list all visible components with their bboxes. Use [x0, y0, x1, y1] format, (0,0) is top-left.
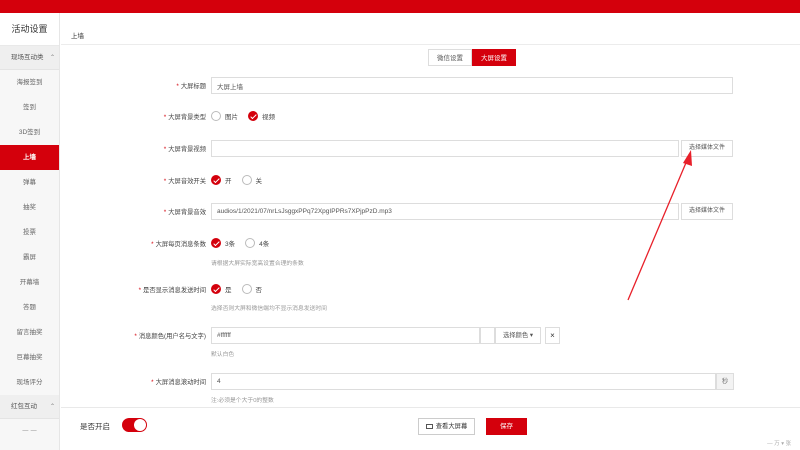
sidebar-item[interactable]: 留言抽奖 — [0, 320, 59, 345]
sidebar-item[interactable]: 巨幕抽奖 — [0, 345, 59, 370]
sidebar-title: 活动设置 — [0, 13, 59, 46]
radio-image[interactable] — [211, 111, 221, 121]
field-label: * 大屏消息滚动时间 — [151, 379, 206, 386]
radio-on[interactable] — [211, 175, 221, 185]
screen-title-input[interactable] — [211, 77, 733, 94]
enable-toggle[interactable] — [122, 418, 147, 432]
monitor-icon — [425, 423, 433, 429]
sidebar-items: 海报签到 签到 3D签到 上墙 弹幕 抽奖 投票 霸屏 开幕墙 答题 留言抽奖 巨幕抽奖 现场评分 — [0, 70, 59, 395]
show-time-options: 是 否 — [211, 283, 272, 295]
field-label: * 消息颜色(用户名与文字) — [134, 333, 206, 340]
field-label: * 大屏背景音效 — [163, 209, 206, 216]
preview-label: 查看大屏幕 — [435, 423, 468, 430]
sidebar-item[interactable]: 海报签到 — [0, 70, 59, 95]
select-color-button[interactable]: 选择颜色 ▾ — [495, 327, 541, 344]
sidebar-item[interactable]: 上墙 — [0, 145, 59, 170]
tab-wechat-settings[interactable]: 微信设置 — [428, 49, 472, 66]
sidebar-item[interactable]: 3D签到 — [0, 120, 59, 145]
sidebar-item[interactable]: 抽奖 — [0, 195, 59, 220]
msg-color-input[interactable] — [211, 327, 480, 344]
sidebar-group-label: 红包互动 — [11, 403, 37, 410]
field-label: * 大屏标题 — [176, 83, 206, 90]
save-button[interactable]: 保存 — [486, 418, 527, 435]
hint-text: 选择否则大屏和微信端均不显示消息发送时间 — [211, 306, 327, 312]
field-label: * 大屏音效开关 — [163, 178, 206, 185]
option-label: 3条 — [225, 241, 236, 248]
bg-sound-input[interactable] — [211, 203, 679, 220]
tab-bar: 微信设置 大屏设置 — [428, 49, 516, 66]
option-label: 开 — [225, 178, 232, 185]
sidebar-item[interactable]: 投票 — [0, 220, 59, 245]
sound-switch-options: 开 关 — [211, 174, 272, 186]
sidebar-item[interactable]: 弹幕 — [0, 170, 59, 195]
sidebar-item[interactable]: 签到 — [0, 95, 59, 120]
hint-text: 注:必须是个大于0的整数 — [211, 398, 274, 404]
tab-screen-settings[interactable]: 大屏设置 — [472, 49, 516, 66]
chevron-up-icon: ⌃ — [50, 404, 56, 410]
radio-4[interactable] — [245, 238, 256, 248]
bg-type-options: 图片 视频 — [211, 110, 285, 122]
top-bar — [0, 0, 800, 13]
sidebar-item[interactable]: 答题 — [0, 295, 59, 320]
option-label: 是 — [225, 287, 232, 294]
option-label: 视频 — [262, 114, 275, 121]
select-media-button[interactable]: 选择媒体文件 — [681, 203, 733, 220]
bg-video-input[interactable] — [211, 140, 679, 157]
corner-text: — 万 ▾ 张 — [767, 441, 791, 447]
sidebar-group-redpacket[interactable]: 红包互动 ⌃ — [0, 395, 59, 419]
radio-off[interactable] — [241, 175, 252, 185]
radio-video[interactable] — [248, 111, 258, 121]
field-label: * 大屏每页消息条数 — [151, 241, 206, 248]
clear-color-button[interactable]: × — [545, 327, 560, 344]
select-media-button[interactable]: 选择媒体文件 — [681, 140, 733, 157]
toggle-knob — [134, 419, 146, 431]
option-label: 关 — [255, 178, 263, 185]
sidebar-group-label: 现场互动类 — [11, 54, 44, 61]
sidebar-item[interactable]: 开幕墙 — [0, 270, 59, 295]
sidebar-group-live[interactable]: 现场互动类 ⌃ — [0, 46, 59, 70]
footer-bar: 是否开启 查看大屏幕 保存 — 万 ▾ 张 — [61, 407, 800, 450]
chevron-up-icon: ⌃ — [50, 55, 56, 61]
field-label: * 大屏背景视频 — [163, 146, 206, 153]
option-label: 图片 — [225, 114, 238, 121]
sidebar-item[interactable]: 现场评分 — [0, 370, 59, 395]
divider — [61, 44, 800, 45]
hint-text: 默认白色 — [211, 352, 235, 358]
sidebar-item-partial[interactable]: 一 一 — [0, 419, 59, 444]
main-content: 上墙 微信设置 大屏设置 *大屏标题 *大屏背景类型 图片 视频 *大屏背景视频… — [61, 13, 800, 450]
preview-screen-button[interactable]: 查看大屏幕 — [418, 418, 475, 435]
option-label: 否 — [255, 287, 263, 294]
hint-text: 请根据大屏实际宽高设置合理的条数 — [211, 261, 304, 267]
option-label: 4条 — [259, 241, 270, 248]
sidebar: 活动设置 现场互动类 ⌃ 海报签到 签到 3D签到 上墙 弹幕 抽奖 投票 霸屏 开幕墙 答题 留言… — [0, 13, 60, 450]
breadcrumb: 上墙 — [71, 33, 84, 40]
field-label: * 大屏背景类型 — [163, 114, 206, 121]
scroll-time-input[interactable] — [211, 373, 716, 390]
radio-no[interactable] — [241, 284, 252, 294]
enable-label: 是否开启 — [80, 422, 110, 431]
radio-3[interactable] — [211, 238, 221, 248]
field-label: * 是否显示消息发送时间 — [138, 287, 206, 294]
per-page-options: 3条 4条 — [211, 237, 279, 249]
unit-addon: 秒 — [716, 373, 734, 390]
color-swatch — [480, 327, 495, 344]
radio-yes[interactable] — [211, 284, 221, 294]
sidebar-item[interactable]: 霸屏 — [0, 245, 59, 270]
